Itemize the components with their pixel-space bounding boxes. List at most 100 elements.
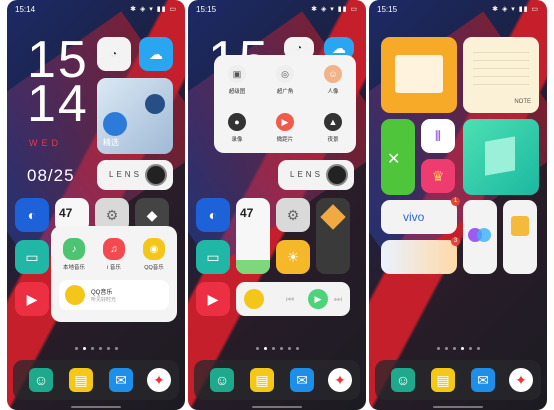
clock-widget[interactable]: 15 14	[27, 34, 89, 133]
vivo-widget[interactable]: vivo 1	[381, 197, 460, 234]
mail-icon[interactable]: ✉	[290, 368, 314, 392]
i-music-icon[interactable]: ♫	[103, 238, 125, 260]
local-music-label: 本地音乐	[62, 265, 85, 271]
micro-film-icon[interactable]: ▶	[276, 113, 294, 131]
home-indicator	[252, 406, 302, 408]
video-app-icon[interactable]: ▶	[196, 282, 230, 316]
status-time: 15:15	[377, 4, 398, 14]
portrait-label: 人像	[327, 89, 339, 95]
night-label: 夜景	[327, 137, 339, 143]
music-folder-popup: ♪ ♫ ◉ 本地音乐 i 音乐 QQ音乐 QQ音乐 听见好时光	[51, 226, 177, 322]
cube-shape	[485, 136, 515, 176]
contacts-icon[interactable]: ☺	[210, 368, 234, 392]
clock-app-icon[interactable]: ◔	[97, 37, 131, 71]
lens-icon	[326, 164, 348, 186]
weather-app-icon[interactable]: ☁	[139, 37, 173, 71]
status-icons: ✱ ◈ ▾ ▮▮ ▭	[130, 6, 177, 13]
security-widget[interactable]	[463, 119, 539, 195]
portrait-icon[interactable]: ☺	[324, 65, 342, 83]
calendar-widget[interactable]: 47	[236, 198, 270, 274]
compass-icon[interactable]: ✦	[328, 368, 352, 392]
qq-music-label: QQ音乐	[144, 265, 164, 271]
cube-widget[interactable]	[316, 198, 350, 274]
compass-icon[interactable]: ✦	[509, 368, 533, 392]
browser-app-icon[interactable]: ◐	[15, 198, 49, 232]
vivo-label: vivo	[403, 210, 425, 224]
page-indicator	[188, 347, 366, 350]
calendar-day: 47	[59, 206, 73, 220]
gallery-app-icon[interactable]: ▭	[15, 240, 49, 274]
compass-icon[interactable]: ✦	[147, 368, 171, 392]
logo-icon	[103, 112, 127, 136]
badge: 1	[451, 197, 460, 206]
calendar-day: 47	[240, 206, 254, 220]
micro-film-label: 微距片	[276, 137, 294, 143]
jovi-widget[interactable]	[463, 200, 497, 274]
page-indicator	[369, 347, 547, 350]
i-music-label: i 音乐	[107, 265, 121, 271]
browser-app-icon[interactable]: ◐	[196, 198, 230, 232]
local-music-icon[interactable]: ♪	[63, 238, 85, 260]
night-icon[interactable]: ▲	[324, 113, 342, 131]
wallet-widget[interactable]	[503, 200, 537, 274]
calendar-bar	[236, 260, 270, 274]
lens-label: LENS	[109, 170, 142, 179]
note-widget[interactable]: NOTE	[463, 37, 539, 113]
cube-icon	[320, 204, 346, 230]
page-indicator	[7, 347, 185, 350]
super-image-label: 超级图	[228, 89, 246, 95]
status-icons: ✱ ◈ ▾ ▮▮ ▭	[311, 6, 358, 13]
super-image-icon[interactable]: ▣	[228, 65, 246, 83]
bulb-icon[interactable]: ☀	[276, 240, 310, 274]
contacts-icon[interactable]: ☺	[391, 368, 415, 392]
phone-screen-2: 15:15 ✱ ◈ ▾ ▮▮ ▭ 15 ◔ ☁ ▣ ◎ ☺ 超级图 超广角 人像…	[188, 0, 366, 410]
dock: ☺ ▤ ✉ ✦	[194, 360, 360, 400]
book-widget[interactable]	[381, 37, 457, 113]
camera-folder-popup: ▣ ◎ ☺ 超级图 超广角 人像 ● ▶ ▲ 录像 微距片 夜景	[214, 55, 356, 153]
lens-label: LENS	[290, 170, 323, 179]
files-icon[interactable]: ▤	[69, 368, 93, 392]
contacts-icon[interactable]: ☺	[29, 368, 53, 392]
mail-icon[interactable]: ✉	[471, 368, 495, 392]
wide-angle-icon[interactable]: ◎	[276, 65, 294, 83]
files-icon[interactable]: ▤	[250, 368, 274, 392]
wide-angle-label: 超广角	[276, 89, 294, 95]
lens-widget[interactable]: LENS	[278, 160, 354, 190]
voice-app-icon[interactable]: ⦀	[421, 119, 455, 153]
lens-widget[interactable]: LENS	[97, 160, 173, 190]
qq-music-icon	[244, 289, 264, 309]
crown-app-icon[interactable]: ♛	[421, 159, 455, 193]
weekday-label: WED	[29, 138, 62, 148]
app-store-widget[interactable]: 3	[381, 237, 460, 274]
circle-shape	[145, 94, 165, 114]
featured-widget[interactable]: 精选	[97, 78, 173, 154]
qq-music-widget[interactable]: QQ音乐 听见好时光	[59, 280, 169, 310]
badge: 3	[451, 237, 460, 246]
settings-icon[interactable]: ⚙	[276, 198, 310, 232]
video-app-icon[interactable]: ▶	[15, 282, 49, 316]
prev-icon[interactable]: ⏮	[286, 294, 294, 305]
mail-icon[interactable]: ✉	[109, 368, 133, 392]
play-icon[interactable]: ▶	[308, 289, 328, 309]
video-icon[interactable]: ●	[228, 113, 246, 131]
gallery-app-icon[interactable]: ▭	[196, 240, 230, 274]
home-indicator	[71, 406, 121, 408]
lens-icon	[145, 164, 167, 186]
status-bar: 15:15 ✱ ◈ ▾ ▮▮ ▭	[196, 3, 358, 15]
dock: ☺ ▤ ✉ ✦	[13, 360, 179, 400]
qq-music-icon[interactable]: ◉	[143, 238, 165, 260]
date-label: 08/25	[27, 166, 75, 185]
next-icon[interactable]: ⏭	[334, 294, 342, 305]
music-player-widget[interactable]: ⏮ ▶ ⏭	[236, 282, 350, 316]
clock-minute: 14	[27, 75, 89, 133]
home-indicator	[433, 406, 483, 408]
health-icon: ✕	[387, 151, 401, 168]
health-widget[interactable]: ✕	[381, 119, 415, 195]
files-icon[interactable]: ▤	[431, 368, 455, 392]
status-bar: 15:14 ✱ ◈ ▾ ▮▮ ▭	[15, 3, 177, 15]
book-icon	[395, 55, 443, 93]
dock: ☺ ▤ ✉ ✦	[375, 360, 541, 400]
video-label: 录像	[231, 137, 243, 143]
qq-music-sub: 听见好时光	[91, 297, 117, 303]
note-lines	[473, 45, 529, 85]
